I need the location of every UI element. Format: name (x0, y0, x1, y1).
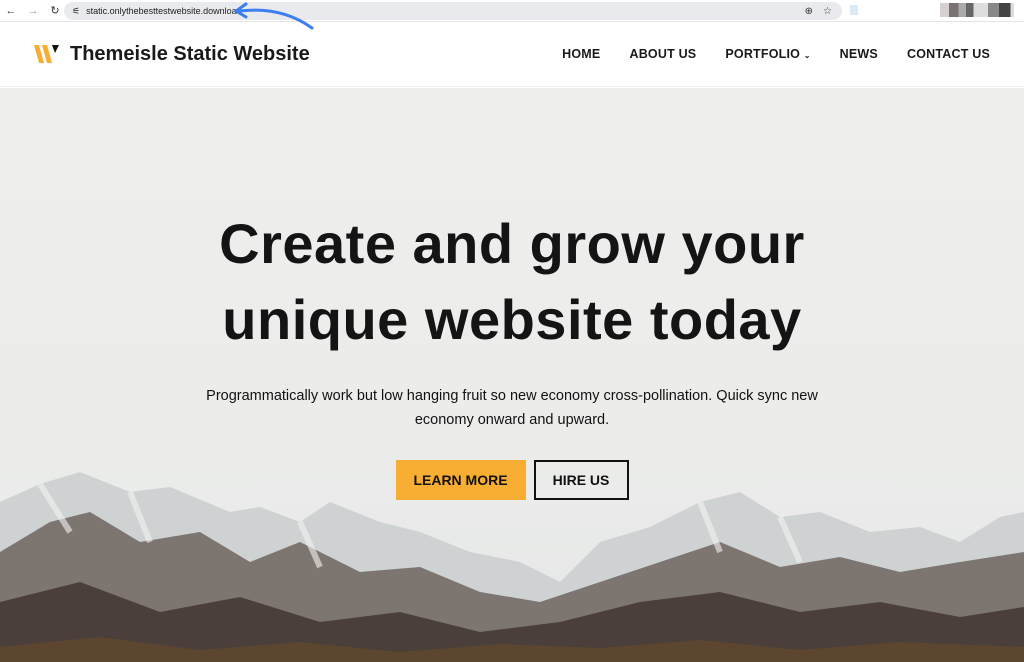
hero-section: Create and grow your unique website today… (0, 88, 1024, 662)
nav-portfolio-label: PORTFOLIO (725, 47, 801, 61)
hire-us-button[interactable]: HIRE US (533, 460, 629, 500)
profile-area[interactable] (940, 3, 1014, 17)
main-nav: HOME ABOUT US PORTFOLIO ⌄ NEWS CONTACT U… (562, 47, 990, 61)
site-logo[interactable]: Themeisle Static Website (34, 43, 310, 66)
nav-home[interactable]: HOME (562, 47, 600, 61)
hero-subtitle: Programmatically work but low hanging fr… (206, 388, 818, 428)
logo-icon (34, 45, 59, 63)
nav-portfolio[interactable]: PORTFOLIO ⌄ (725, 47, 810, 61)
hero-heading-line-2: unique website today (222, 288, 802, 351)
star-icon[interactable]: ☆ (823, 6, 832, 17)
reload-icon[interactable]: ↻ (44, 4, 66, 17)
hero-heading: Create and grow your unique website today (0, 206, 1024, 358)
hero-heading-line-1: Create and grow your (219, 212, 805, 275)
learn-more-button[interactable]: LEARN MORE (395, 460, 526, 500)
forward-icon[interactable]: → (22, 5, 44, 17)
site-settings-icon[interactable]: ⚟ (72, 6, 80, 17)
url-text: static.onlythebesttestwebsite.download (86, 6, 242, 16)
chevron-down-icon: ⌄ (803, 51, 811, 60)
hero-content: Create and grow your unique website today… (0, 206, 1024, 500)
browser-toolbar: ← → ↻ ⚟ static.onlythebesttestwebsite.do… (0, 0, 1024, 30)
site-title: Themeisle Static Website (70, 42, 310, 65)
zoom-icon[interactable]: ⊕ (805, 6, 813, 17)
nav-contact-us[interactable]: CONTACT US (907, 47, 990, 61)
mountain-image (0, 472, 1024, 662)
nav-news[interactable]: NEWS (840, 47, 878, 61)
site-header: Themeisle Static Website HOME ABOUT US P… (0, 22, 1024, 87)
nav-about-us[interactable]: ABOUT US (629, 47, 696, 61)
extension-icon[interactable] (850, 5, 858, 15)
annotation-arrow-icon (233, 2, 314, 30)
back-icon[interactable]: ← (0, 5, 22, 17)
address-bar[interactable]: ⚟ static.onlythebesttestwebsite.download… (64, 2, 842, 20)
